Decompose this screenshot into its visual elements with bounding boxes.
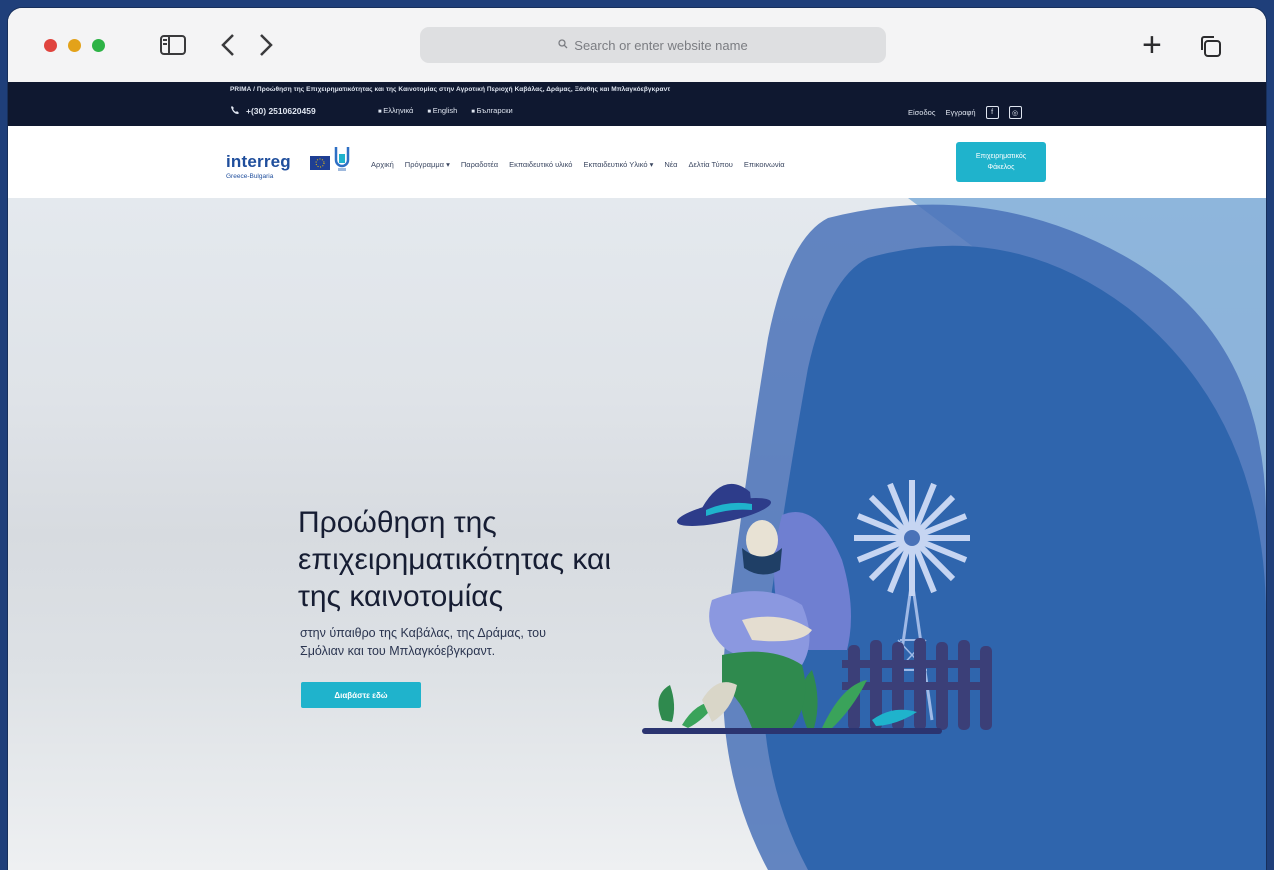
lang-greek[interactable]: Ελληνικά (378, 106, 413, 115)
address-bar-placeholder: Search or enter website name (574, 37, 748, 53)
login-link[interactable]: Είσοδος (908, 108, 935, 117)
menu-item-educational-material[interactable]: Εκπαιδευτικό υλικό (509, 160, 572, 169)
menu-item-home[interactable]: Αρχική (371, 160, 394, 169)
menu-item-news[interactable]: Νέα (664, 160, 677, 169)
flag-icon (310, 156, 330, 170)
farmer-illustration (642, 480, 992, 734)
account-links: Είσοδος Εγγραφή f ◎ (908, 106, 1022, 119)
phone-link[interactable]: +(30) 2510620459 (230, 105, 316, 117)
menu-item-contact[interactable]: Επικοινωνία (744, 160, 785, 169)
lang-bulgarian[interactable]: Български (471, 106, 513, 115)
business-folder-button[interactable]: Επιχειρηματικός Φάκελος (956, 142, 1046, 182)
hero-title-line: Προώθηση της (298, 506, 497, 539)
search-icon (558, 38, 568, 52)
site-logo[interactable]: interreg Greece-Bulgaria (226, 140, 356, 184)
tabs-icon[interactable] (1198, 34, 1222, 58)
browser-window: Search or enter website name + PRIMA / Π… (8, 8, 1266, 870)
logo-subtitle: Greece-Bulgaria (226, 173, 274, 180)
cta-line-1: Επιχειρηματικός (975, 153, 1027, 160)
project-title: PRIMA / Προώθηση της Επιχειρηματικότητας… (230, 86, 671, 93)
menu-item-educational-material-dropdown[interactable]: Εκπαιδευτικό Υλικό ▾ (583, 160, 653, 169)
register-link[interactable]: Εγγραφή (945, 108, 975, 117)
site-navbar: interreg Greece-Bulgaria Αρχική Πρόγραμμ… (8, 126, 1266, 198)
menu-item-press-releases[interactable]: Δελτία Τύπου (689, 160, 733, 169)
close-window-button[interactable] (44, 39, 57, 52)
sidebar-icon[interactable] (158, 30, 188, 60)
hero-title-line: επιχειρηματικότητας και (298, 543, 612, 576)
plus-icon[interactable]: + (1142, 28, 1162, 62)
menu-item-deliverables[interactable]: Παραδοτέα (461, 160, 498, 169)
phone-icon (230, 105, 240, 117)
lang-english[interactable]: English (427, 106, 458, 115)
site-topbar: PRIMA / Προώθηση της Επιχειρηματικότητας… (8, 82, 1266, 126)
main-menu: Αρχική Πρόγραμμα ▾ Παραδοτέα Εκπαιδευτικ… (371, 160, 785, 169)
cta-line-2: Φάκελος (987, 164, 1015, 171)
logo-wordmark: interreg (226, 152, 291, 171)
facebook-icon[interactable]: f (985, 106, 999, 119)
read-more-button[interactable]: Διαβάστε εδώ (301, 682, 421, 708)
browser-toolbar: Search or enter website name + (8, 8, 1266, 82)
menu-item-program[interactable]: Πρόγραμμα ▾ (405, 160, 450, 169)
prima-logo-icon (334, 146, 350, 172)
address-bar[interactable]: Search or enter website name (420, 27, 886, 63)
farmer-figure (677, 483, 851, 728)
hero-subtitle: στην ύπαιθρο της Καβάλας, της Δράμας, το… (300, 624, 640, 660)
zoom-window-button[interactable] (92, 39, 105, 52)
minimize-window-button[interactable] (68, 39, 81, 52)
instagram-icon[interactable]: ◎ (1008, 106, 1022, 119)
hero-section: Προώθηση της επιχειρηματικότητας και της… (8, 198, 1266, 870)
phone-number: +(30) 2510620459 (246, 106, 316, 116)
language-switcher: Ελληνικά English Български (378, 106, 513, 115)
chevron-right-icon[interactable] (254, 30, 278, 60)
hero-subtitle-line: στην ύπαιθρο της Καβάλας, της Δράμας, το… (300, 626, 546, 640)
hero-subtitle-line: Σμόλιαν και του Μπλαγκόεβγκραντ. (300, 644, 496, 658)
hero-title: Προώθηση της επιχειρηματικότητας και της… (298, 504, 658, 615)
hero-title-line: της καινοτομίας (298, 580, 504, 613)
chevron-left-icon[interactable] (216, 30, 240, 60)
